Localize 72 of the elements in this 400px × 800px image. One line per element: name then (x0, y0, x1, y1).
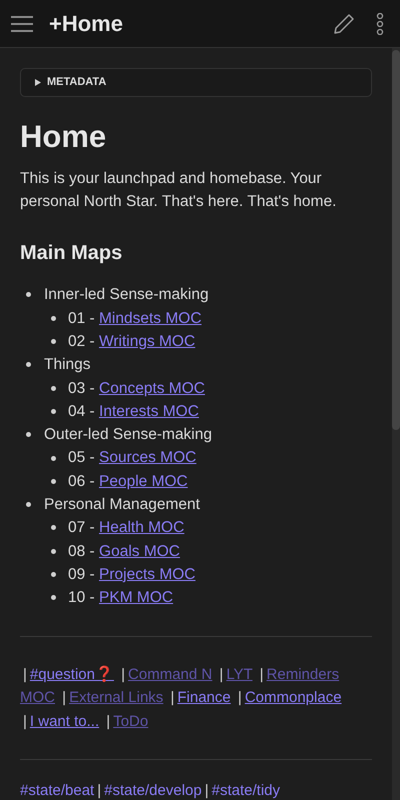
pipe-separator: | (106, 712, 110, 730)
note-link[interactable]: People MOC (99, 470, 188, 494)
note-link[interactable]: Health MOC (99, 516, 184, 540)
pipe-separator: | (238, 689, 242, 706)
list-item-number: 04 - (68, 402, 96, 422)
pipe-separator: | (62, 689, 66, 706)
note-link[interactable]: External Links (69, 689, 164, 706)
list-item-number: 08 - (68, 542, 96, 562)
note-link[interactable]: Goals MOC (99, 540, 180, 563)
pipe-separator: | (204, 782, 209, 800)
note-link[interactable]: Concepts MOC (99, 376, 205, 400)
list-item-text: Outer-led Sense-making (44, 425, 212, 446)
metadata-toggle[interactable]: METADATA (20, 68, 372, 98)
bullet-icon (26, 502, 31, 508)
list-item-number: 03 - (68, 378, 96, 399)
list-item-number: 09 - (68, 564, 96, 585)
note-link[interactable]: MOC (20, 689, 55, 706)
list-item-number: 06 - (68, 472, 96, 492)
list-item-number: 10 - (68, 588, 96, 608)
bullet-icon (51, 456, 56, 461)
list-item-number: 02 - (68, 332, 96, 352)
pipe-separator: | (97, 782, 102, 800)
note-link[interactable]: Reminders (266, 666, 340, 682)
note-link[interactable]: Interests MOC (99, 400, 199, 424)
tag-link[interactable]: #state/develop (104, 782, 202, 800)
menu-icon[interactable] (10, 14, 34, 32)
page-heading: Home (20, 118, 108, 156)
bullet-icon (26, 432, 31, 438)
bullet-icon (51, 386, 56, 391)
list-item-text: Inner-led Sense-making (44, 285, 209, 306)
intro-paragraph: This is your launchpad and homebase. Your personal North Star. That's here. That's home. (20, 169, 338, 212)
section-heading: Main Maps (20, 241, 124, 266)
tag-link[interactable]: #state/tidy (212, 782, 280, 800)
bullet-icon (51, 316, 56, 321)
list-item-text: Things (44, 355, 91, 376)
bullet-icon (51, 595, 56, 600)
bullet-icon (51, 339, 56, 344)
note-title: +Home (49, 10, 123, 38)
note-link[interactable]: Command N (128, 666, 212, 682)
scrollbar[interactable] (392, 48, 400, 800)
note-link[interactable]: PKM MOC (99, 586, 174, 610)
bullet-icon (51, 548, 56, 554)
bullet-icon (51, 408, 56, 414)
note-link[interactable]: Finance (177, 689, 231, 706)
note-link[interactable]: Mindsets MOC (99, 306, 202, 330)
list-item-number: 05 - (68, 448, 96, 468)
note-link[interactable]: Commonplace (244, 689, 342, 706)
pipe-separator: | (219, 666, 224, 682)
pipe-separator: | (23, 666, 27, 682)
list-item-number: 07 - (68, 518, 96, 538)
note-link[interactable]: ToDo (113, 712, 148, 730)
note-link[interactable]: #question❓ (30, 666, 114, 682)
bullet-icon (26, 362, 31, 368)
list-item-number: 01 - (68, 308, 96, 329)
list-item-text: Personal Management (44, 495, 200, 516)
bullet-icon (51, 572, 56, 578)
note-link[interactable]: Writings MOC (99, 330, 196, 354)
bullet-icon (51, 478, 56, 484)
note-link[interactable]: I want to... (30, 712, 100, 730)
pencil-icon[interactable] (332, 12, 356, 36)
pipe-separator: | (170, 689, 174, 706)
more-options-icon[interactable] (376, 12, 384, 34)
pipe-separator: | (121, 666, 126, 682)
note-link[interactable]: Projects MOC (99, 562, 196, 586)
caret-icon (35, 79, 41, 86)
pipe-separator: | (260, 666, 264, 682)
note-link[interactable]: LYT (226, 666, 252, 682)
pipe-separator: | (23, 712, 27, 730)
bullet-icon (51, 525, 56, 530)
note-link[interactable]: Sources MOC (99, 446, 196, 470)
bullet-icon (26, 292, 31, 298)
tag-link[interactable]: #state/beat (20, 782, 94, 800)
